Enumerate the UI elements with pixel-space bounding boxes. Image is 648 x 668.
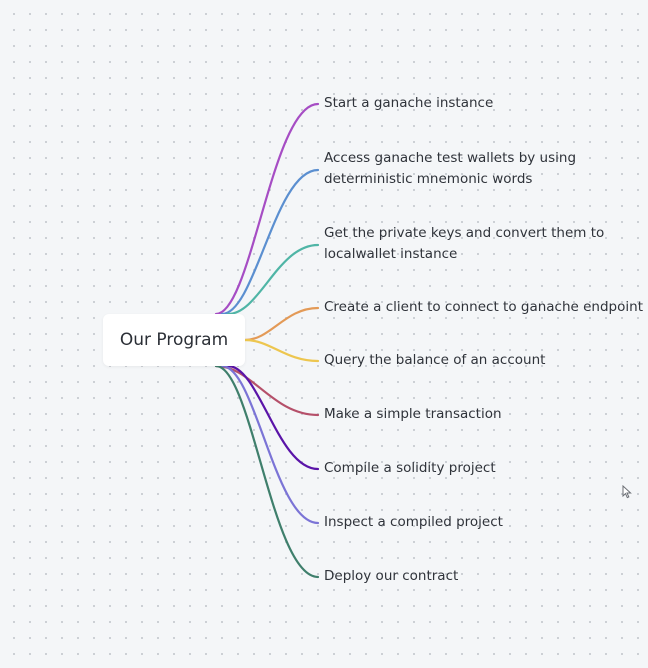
root-node[interactable]: Our Program bbox=[103, 314, 245, 366]
branch-node-2[interactable]: Access ganache test wallets by using det… bbox=[324, 148, 576, 190]
branch-connector-7 bbox=[226, 364, 320, 471]
branch-node-5[interactable]: Query the balance of an account bbox=[324, 350, 545, 371]
branch-connector-4 bbox=[243, 306, 320, 342]
branch-node-8[interactable]: Inspect a compiled project bbox=[324, 512, 503, 533]
branch-connector-5 bbox=[243, 338, 320, 363]
mouse-pointer-icon bbox=[622, 484, 632, 503]
branch-node-3[interactable]: Get the private keys and convert them to… bbox=[324, 223, 604, 265]
branch-node-4[interactable]: Create a client to connect to ganache en… bbox=[324, 297, 643, 318]
branch-connector-9 bbox=[214, 364, 320, 579]
branch-node-6[interactable]: Make a simple transaction bbox=[324, 404, 502, 425]
branch-connector-6 bbox=[214, 364, 320, 417]
branch-node-7[interactable]: Compile a solidity project bbox=[324, 458, 496, 479]
branch-node-9[interactable]: Deploy our contract bbox=[324, 566, 458, 587]
branch-node-1[interactable]: Start a ganache instance bbox=[324, 93, 493, 114]
root-node-label: Our Program bbox=[119, 330, 229, 350]
